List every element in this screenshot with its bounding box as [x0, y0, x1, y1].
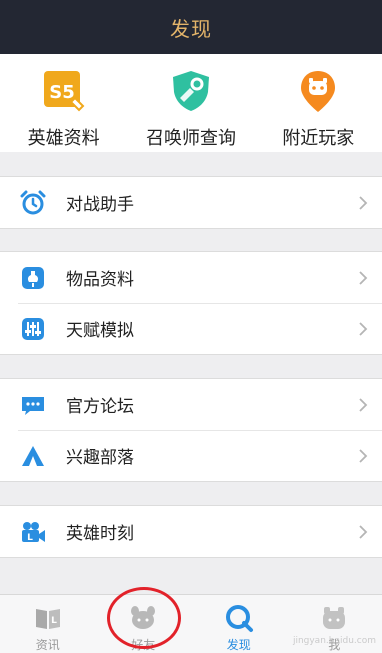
menu-item-label: 英雄时刻 [66, 519, 358, 544]
profile-mascot-icon [319, 603, 349, 633]
quick-label: 英雄资料 [28, 124, 100, 150]
quick-actions: S5 英雄资料 召唤师查询 附近玩家 [0, 54, 382, 152]
chevron-right-icon [358, 196, 368, 210]
tab-news[interactable]: L 资讯 [0, 595, 96, 653]
location-pin-icon [295, 68, 341, 114]
menu-group-community: 官方论坛 兴趣部落 [0, 378, 382, 482]
menu-item-label: 官方论坛 [66, 392, 358, 417]
quick-label: 召唤师查询 [146, 124, 236, 150]
quick-nearby-players[interactable]: 附近玩家 [255, 54, 382, 152]
menu-item-item-data[interactable]: 物品资料 [0, 252, 382, 303]
watermark: jingyan.baidu.com [293, 636, 376, 646]
alarm-clock-icon [20, 190, 46, 216]
tab-discover[interactable]: 发现 [191, 595, 287, 653]
menu-item-label: 天赋模拟 [66, 316, 358, 341]
page-title: 发现 [170, 13, 212, 42]
svg-text:L: L [27, 533, 33, 543]
tab-label: 资讯 [36, 636, 60, 653]
annotation-circle [107, 587, 181, 649]
menu-item-label: 对战助手 [66, 190, 358, 215]
menu-item-interest-tribe[interactable]: 兴趣部落 [0, 430, 382, 481]
menu-group-moments: L 英雄时刻 [0, 505, 382, 558]
quick-hero-data[interactable]: S5 英雄资料 [0, 54, 127, 152]
svg-text:S5: S5 [49, 82, 75, 103]
top-bar: 发现 [0, 0, 382, 54]
shield-icon [168, 68, 214, 114]
quick-summoner-search[interactable]: 召唤师查询 [127, 54, 254, 152]
chevron-right-icon [358, 449, 368, 463]
menu-group-data: 物品资料 天赋模拟 [0, 251, 382, 355]
quick-label: 附近玩家 [282, 124, 354, 150]
tent-icon [20, 443, 46, 469]
chevron-right-icon [358, 271, 368, 285]
sliders-icon [20, 316, 46, 342]
s5-badge-icon: S5 [41, 68, 87, 114]
menu-item-label: 物品资料 [66, 265, 358, 290]
menu-item-hero-moments[interactable]: L 英雄时刻 [0, 506, 382, 557]
chevron-right-icon [358, 322, 368, 336]
menu-item-label: 兴趣部落 [66, 443, 358, 468]
potion-icon [20, 265, 46, 291]
menu-item-official-forum[interactable]: 官方论坛 [0, 379, 382, 430]
search-icon [224, 603, 254, 633]
menu-group-battle: 对战助手 [0, 176, 382, 229]
menu-item-talent-simulator[interactable]: 天赋模拟 [0, 303, 382, 354]
tab-label: 发现 [227, 636, 251, 653]
svg-text:L: L [51, 616, 57, 626]
chevron-right-icon [358, 525, 368, 539]
menu-item-battle-assistant[interactable]: 对战助手 [0, 177, 382, 228]
chat-bubble-icon [20, 392, 46, 418]
chevron-right-icon [358, 398, 368, 412]
book-icon: L [33, 603, 63, 633]
video-camera-icon: L [20, 519, 46, 545]
